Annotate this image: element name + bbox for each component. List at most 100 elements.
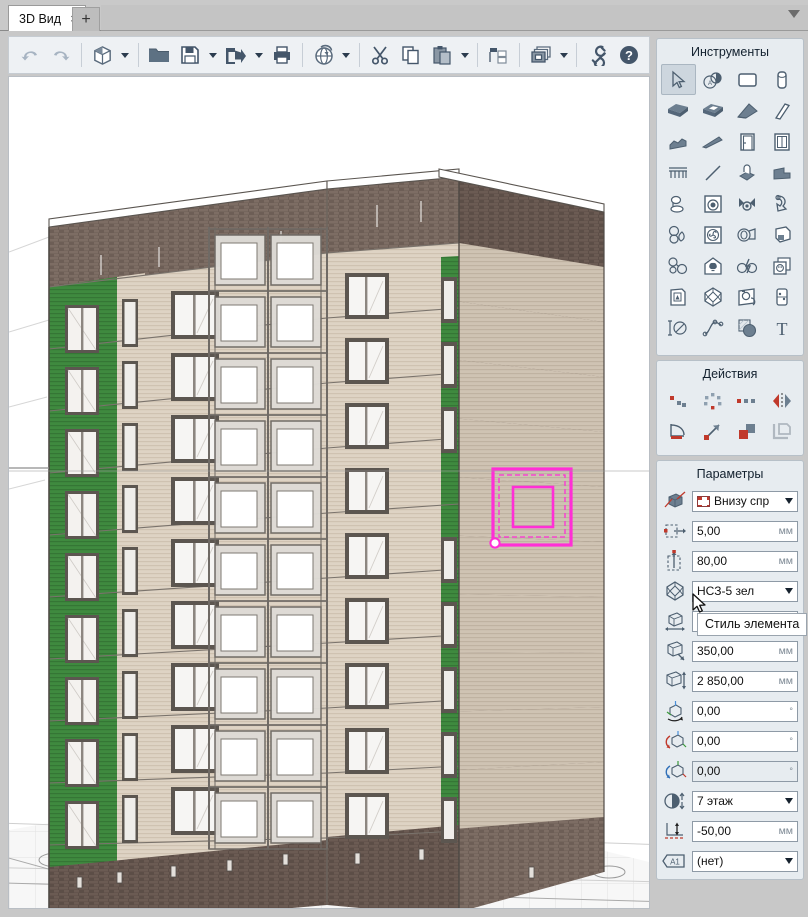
height-input[interactable]: 2 850,00 мм xyxy=(692,670,798,692)
settings-button[interactable] xyxy=(583,40,612,70)
chevron-down-icon[interactable] xyxy=(785,588,793,594)
tool-line[interactable] xyxy=(696,157,731,188)
rotation-x-input[interactable]: 0,00 ° xyxy=(692,730,798,752)
offset-x-icon[interactable] xyxy=(662,518,688,544)
tool-arrow[interactable] xyxy=(661,64,696,95)
tool-railing[interactable] xyxy=(661,157,696,188)
stack-dropdown[interactable] xyxy=(557,40,570,70)
rotation-y-input[interactable]: 0,00 ° xyxy=(692,760,798,782)
action-elevate[interactable] xyxy=(730,416,765,446)
refresh-3d-dropdown[interactable] xyxy=(340,40,353,70)
offset-y-icon[interactable] xyxy=(662,548,688,574)
export-dropdown[interactable] xyxy=(252,40,265,70)
action-array[interactable] xyxy=(730,386,765,416)
tool-pipe-bend[interactable] xyxy=(765,188,800,219)
stack-button[interactable] xyxy=(526,40,555,70)
save-dropdown[interactable] xyxy=(207,40,220,70)
tool-spiral[interactable] xyxy=(730,219,765,250)
storey-select[interactable]: 7 этаж xyxy=(692,790,798,812)
tool-column[interactable] xyxy=(765,64,800,95)
row-dots-icon xyxy=(737,399,756,403)
rot-y-icon[interactable] xyxy=(662,758,688,784)
depth-input[interactable]: 350,00 мм xyxy=(692,640,798,662)
tool-marquee[interactable]: A xyxy=(696,64,731,95)
rot-z-icon[interactable] xyxy=(662,698,688,724)
chevron-down-icon[interactable] xyxy=(785,858,793,864)
action-mirror[interactable] xyxy=(765,386,800,416)
base-offset-input[interactable]: -50,00 мм xyxy=(692,820,798,842)
tool-duct-box[interactable] xyxy=(765,219,800,250)
storey-icon[interactable] xyxy=(662,788,688,814)
height-cube-icon[interactable] xyxy=(662,668,688,694)
action-multiply[interactable] xyxy=(696,386,731,416)
depth-cube-icon[interactable] xyxy=(662,638,688,664)
tool-plumbing[interactable] xyxy=(661,219,696,250)
save-button[interactable] xyxy=(176,40,205,70)
toolbar-separator xyxy=(477,43,479,67)
width-cube-icon[interactable] xyxy=(662,608,688,634)
new-tab-button[interactable]: + xyxy=(72,7,100,31)
tool-door[interactable] xyxy=(730,126,765,157)
tool-object[interactable] xyxy=(730,157,765,188)
paste-button[interactable] xyxy=(428,40,457,70)
tool-electric[interactable] xyxy=(730,250,765,281)
view-3d-dropdown[interactable] xyxy=(119,40,132,70)
redo-button[interactable] xyxy=(46,40,75,70)
chevron-down-icon[interactable] xyxy=(785,498,793,504)
tool-camera[interactable] xyxy=(730,281,765,312)
action-stretch[interactable] xyxy=(765,416,800,446)
help-button[interactable]: ? xyxy=(614,40,643,70)
action-move[interactable] xyxy=(661,386,696,416)
chevron-down-icon[interactable] xyxy=(785,798,793,804)
tool-roof[interactable] xyxy=(730,95,765,126)
cut-button[interactable] xyxy=(366,40,395,70)
chevron-down-icon[interactable] xyxy=(788,10,800,18)
refresh-3d-button[interactable] xyxy=(309,40,338,70)
tool-slab[interactable] xyxy=(661,95,696,126)
undo-button[interactable] xyxy=(15,40,44,70)
tool-mep[interactable] xyxy=(661,250,696,281)
tool-ramp[interactable] xyxy=(696,126,731,157)
tool-dimension[interactable] xyxy=(661,312,696,343)
tool-fan[interactable] xyxy=(696,219,731,250)
tool-spline[interactable] xyxy=(696,312,731,343)
tool-stair[interactable] xyxy=(661,126,696,157)
rotation-z-input[interactable]: 0,00 ° xyxy=(692,700,798,722)
export-button[interactable] xyxy=(221,40,250,70)
tool-toilet[interactable] xyxy=(661,188,696,219)
rot-x-icon[interactable] xyxy=(662,728,688,754)
style-poly-icon[interactable] xyxy=(662,578,688,604)
3d-view-canvas[interactable] xyxy=(8,76,650,909)
label-select[interactable]: (нет) xyxy=(692,850,798,872)
tool-washer[interactable] xyxy=(696,188,731,219)
drag-arrow-icon xyxy=(703,424,720,440)
tool-window[interactable] xyxy=(765,126,800,157)
text-icon: T xyxy=(776,319,787,338)
tool-wall[interactable] xyxy=(730,64,765,95)
tool-lamp[interactable] xyxy=(696,250,731,281)
layers-button[interactable] xyxy=(484,40,513,70)
anchor-point-select[interactable]: Внизу спр xyxy=(692,490,798,512)
tool-slab-hole[interactable] xyxy=(696,95,731,126)
tool-fire-panel[interactable] xyxy=(661,281,696,312)
tool-device[interactable] xyxy=(765,281,800,312)
tool-duct[interactable] xyxy=(765,157,800,188)
tool-socket[interactable] xyxy=(765,250,800,281)
offset-y-input[interactable]: 80,00 мм xyxy=(692,550,798,572)
offset-x-input[interactable]: 5,00 мм xyxy=(692,520,798,542)
tool-beam[interactable] xyxy=(765,95,800,126)
copy-button[interactable] xyxy=(397,40,426,70)
action-rotate[interactable] xyxy=(661,416,696,446)
tool-fill[interactable] xyxy=(730,312,765,343)
tool-fitting[interactable] xyxy=(730,188,765,219)
action-drag[interactable] xyxy=(696,416,731,446)
open-button[interactable] xyxy=(145,40,174,70)
anchor-cube-icon[interactable] xyxy=(662,488,688,514)
print-button[interactable] xyxy=(267,40,296,70)
label-a1-icon[interactable]: A1 xyxy=(662,848,688,874)
paste-dropdown[interactable] xyxy=(459,40,472,70)
tool-mesh[interactable] xyxy=(696,281,731,312)
base-offset-icon[interactable] xyxy=(662,818,688,844)
view-3d-button[interactable] xyxy=(88,40,117,70)
tool-text[interactable]: T xyxy=(765,312,800,343)
